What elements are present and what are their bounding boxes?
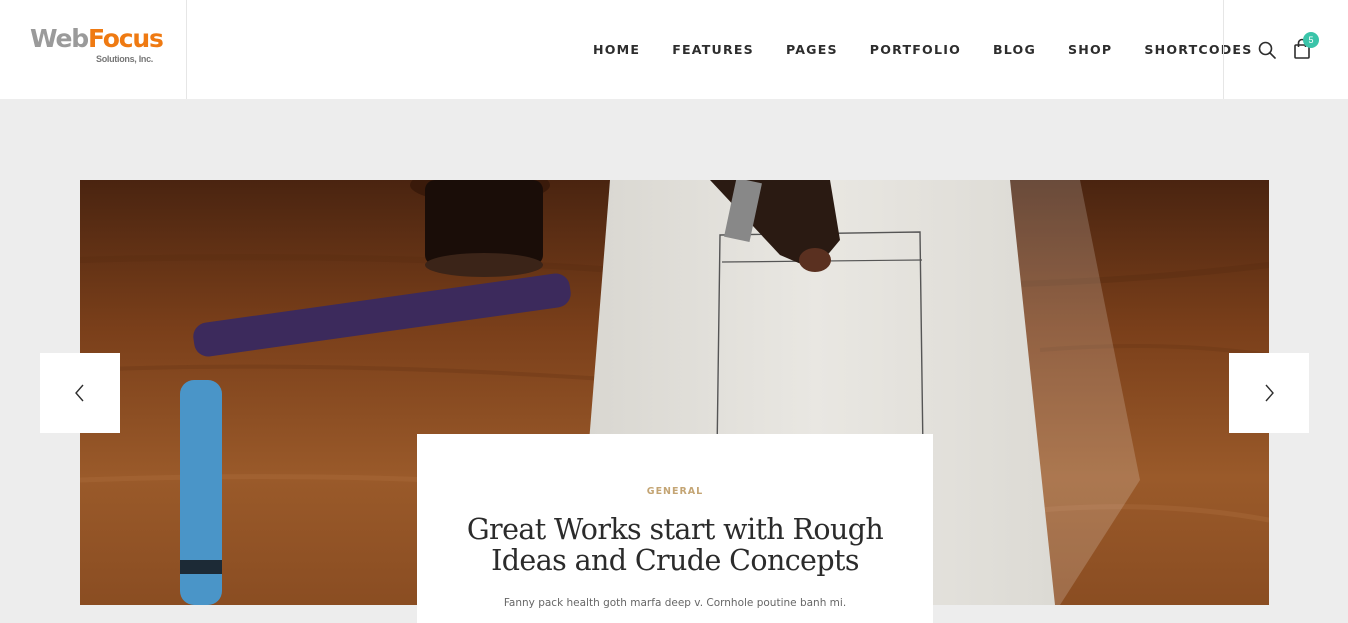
slide-caption-card: GENERAL Great Works start with Rough Ide… [417, 434, 933, 623]
nav-item-shop[interactable]: SHOP [1068, 42, 1112, 57]
logo-wordmark: WebFocus [30, 24, 164, 53]
slide-category[interactable]: GENERAL [417, 486, 933, 497]
header-actions: 5 [1223, 0, 1348, 99]
slider-prev-button[interactable] [40, 353, 120, 433]
slide-title[interactable]: Great Works start with Rough Ideas and C… [457, 514, 893, 576]
chevron-left-icon [75, 384, 84, 402]
slide-excerpt: Fanny pack health goth marfa deep v. Cor… [503, 597, 847, 609]
site-header: WebFocus Solutions, Inc. HOME FEATURES P… [0, 0, 1348, 99]
logo-web-text: Web [30, 24, 89, 53]
main-navigation: HOME FEATURES PAGES PORTFOLIO BLOG SHOP … [593, 0, 1253, 99]
nav-item-home[interactable]: HOME [593, 42, 640, 57]
nav-item-pages[interactable]: PAGES [786, 42, 838, 57]
cart-count-badge: 5 [1303, 32, 1319, 48]
nav-item-blog[interactable]: BLOG [993, 42, 1036, 57]
nav-item-portfolio[interactable]: PORTFOLIO [870, 42, 961, 57]
chevron-right-icon [1265, 384, 1274, 402]
site-logo[interactable]: WebFocus Solutions, Inc. [30, 24, 164, 64]
search-icon[interactable] [1257, 40, 1277, 60]
nav-item-features[interactable]: FEATURES [672, 42, 754, 57]
slider-next-button[interactable] [1229, 353, 1309, 433]
logo-tagline: Solutions, Inc. [96, 54, 154, 64]
logo-container: WebFocus Solutions, Inc. [0, 0, 187, 99]
logo-focus-text: Focus [87, 24, 164, 53]
